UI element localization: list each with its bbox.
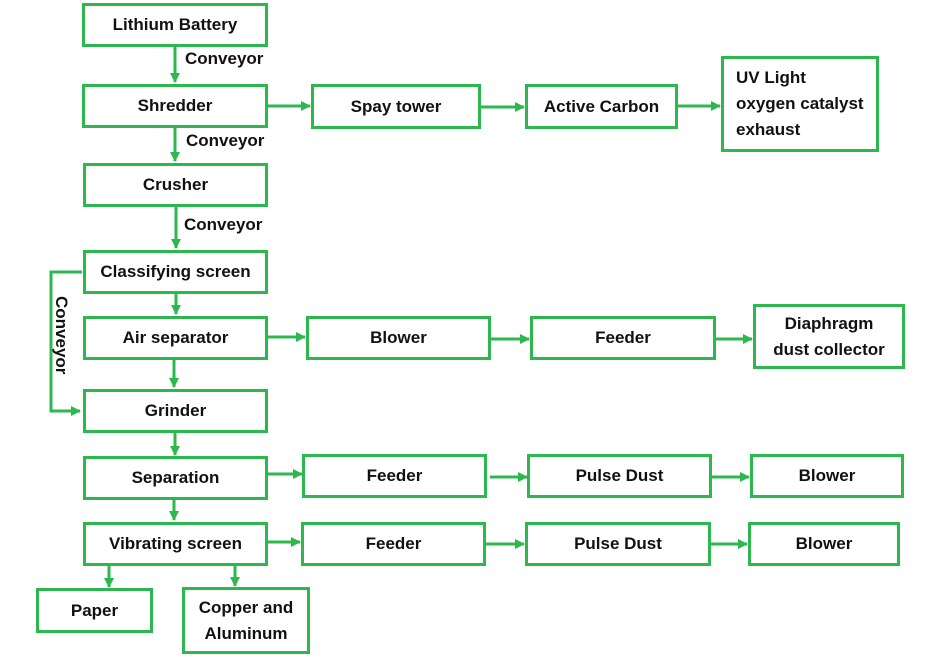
node-diaphragm-dust-collector: Diaphragm dust collector xyxy=(753,304,905,369)
label-conveyor-3: Conveyor xyxy=(184,215,263,234)
node-uv-light: UV Light oxygen catalyst exhaust xyxy=(721,56,879,152)
node-paper: Paper xyxy=(36,588,153,633)
node-lithium-battery: Lithium Battery xyxy=(82,3,268,47)
node-pulse-dust-2: Pulse Dust xyxy=(525,522,711,566)
node-air-separator: Air separator xyxy=(83,316,268,360)
node-blower-1: Blower xyxy=(306,316,491,360)
node-copper-aluminum: Copper and Aluminum xyxy=(182,587,310,654)
node-separation: Separation xyxy=(83,456,268,500)
node-spay-tower: Spay tower xyxy=(311,84,481,129)
label-conveyor-1: Conveyor xyxy=(185,49,264,68)
node-classifying-screen: Classifying screen xyxy=(83,250,268,294)
node-active-carbon: Active Carbon xyxy=(525,84,678,129)
node-feeder-1: Feeder xyxy=(530,316,716,360)
node-shredder: Shredder xyxy=(82,84,268,128)
node-feeder-2: Feeder xyxy=(302,454,487,498)
node-vibrating-screen: Vibrating screen xyxy=(83,522,268,566)
node-grinder: Grinder xyxy=(83,389,268,433)
node-blower-3: Blower xyxy=(748,522,900,566)
label-conveyor-4: Conveyor xyxy=(52,296,71,375)
node-blower-2: Blower xyxy=(750,454,904,498)
node-pulse-dust-1: Pulse Dust xyxy=(527,454,712,498)
node-crusher: Crusher xyxy=(83,163,268,207)
label-conveyor-2: Conveyor xyxy=(186,131,265,150)
node-feeder-3: Feeder xyxy=(301,522,486,566)
